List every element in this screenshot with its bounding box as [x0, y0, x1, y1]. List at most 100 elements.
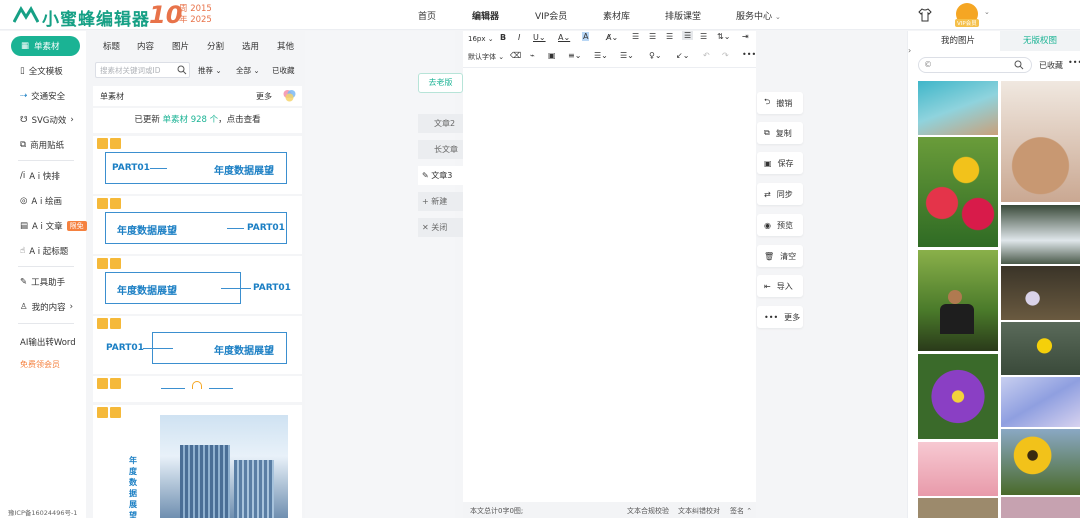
signature-link[interactable]: 签名 ⌃: [730, 506, 752, 516]
tab-divider[interactable]: 分割: [207, 40, 224, 52]
underline-button[interactable]: U⌄: [533, 33, 546, 42]
search-icon[interactable]: [1014, 60, 1024, 70]
arrow-icon[interactable]: ↙⌄: [676, 51, 689, 60]
nav-home[interactable]: 首页: [418, 9, 436, 22]
photo-thumbnail[interactable]: [1001, 377, 1080, 427]
shirt-icon[interactable]: [918, 8, 932, 22]
tab-my-images[interactable]: 我的图片: [918, 31, 998, 51]
copy-button[interactable]: ⧉ 复制: [757, 122, 803, 144]
sidebar-item-free-vip[interactable]: 免费领会员: [20, 359, 60, 370]
align-right-icon[interactable]: ☰: [666, 32, 673, 41]
font-size-select[interactable]: 16px ⌄: [468, 35, 494, 43]
sidebar-item-svg[interactable]: ☋ SVG动效 ›: [20, 114, 74, 126]
icp-text[interactable]: 豫ICP备16024496号-1: [8, 507, 77, 517]
photo-thumbnail[interactable]: [918, 354, 998, 439]
photo-thumbnail[interactable]: [1001, 429, 1080, 495]
nav-editor[interactable]: 编辑器: [472, 9, 499, 22]
doc-tab[interactable]: 文章2: [418, 114, 463, 133]
export-icon[interactable]: ⇥: [742, 32, 749, 41]
bold-button[interactable]: B: [500, 33, 506, 42]
photo-thumbnail[interactable]: [918, 137, 998, 247]
italic-button[interactable]: I: [518, 33, 520, 42]
preview-button[interactable]: ◉ 预览: [757, 214, 803, 236]
photo-thumbnail[interactable]: [918, 442, 998, 496]
import-button[interactable]: ⇤ 导入: [757, 275, 803, 297]
clear-format-button[interactable]: A̸⌄: [606, 33, 618, 42]
more-icon[interactable]: •••: [742, 50, 756, 59]
more-button[interactable]: ••• 更多: [757, 306, 803, 328]
editor-canvas[interactable]: [463, 68, 756, 502]
nav-materials[interactable]: 素材库: [603, 9, 630, 22]
brush-icon[interactable]: ⌁: [530, 51, 535, 60]
material-card[interactable]: PART01 年度数据展望: [93, 136, 302, 194]
highlight-button[interactable]: A: [582, 32, 590, 41]
font-family-select[interactable]: 默认字体 ⌄: [468, 52, 504, 62]
lightbulb-icon[interactable]: ♀⌄: [649, 51, 662, 60]
sidebar-item-traffic[interactable]: ⇢ 交通安全: [20, 90, 65, 102]
doc-tab-selected[interactable]: ✎ 文章3: [418, 166, 463, 185]
photo-thumbnail[interactable]: [1001, 205, 1080, 264]
material-card[interactable]: [93, 376, 302, 402]
sidebar-item-ai-draw[interactable]: ◎ A i 绘画: [20, 195, 62, 207]
photo-thumbnail[interactable]: [1001, 266, 1080, 320]
logo-text[interactable]: 小蜜蜂编辑器: [42, 5, 150, 30]
material-card[interactable]: PART01 年度数据展望: [93, 316, 302, 374]
sidebar-item-tools[interactable]: ✎ 工具助手: [20, 276, 65, 288]
doc-tab[interactable]: 长文章: [418, 140, 463, 159]
save-button[interactable]: ▣ 保存: [757, 152, 803, 174]
sync-button[interactable]: ⇄ 同步: [757, 183, 803, 205]
color-palette-icon[interactable]: [283, 89, 296, 102]
proofread-link[interactable]: 文本纠错校对: [678, 506, 720, 516]
sidebar-item-ai-article[interactable]: ▤ A i 文章 限免: [20, 220, 87, 232]
filter-all[interactable]: 全部 ⌄: [236, 65, 260, 76]
favorites-filter[interactable]: 已收藏: [1039, 60, 1063, 71]
sidebar-item-ai-layout[interactable]: /i A i 快排: [20, 170, 60, 182]
material-card[interactable]: 年度数据展望 PART01: [93, 196, 302, 254]
update-notice[interactable]: 已更新 单素材 928 个，点击查看: [93, 108, 302, 133]
align-center-icon[interactable]: ☰: [649, 32, 656, 41]
photo-thumbnail[interactable]: [918, 250, 998, 351]
eraser-icon[interactable]: ⌫: [510, 51, 521, 60]
nav-vip[interactable]: VIP会员: [535, 9, 567, 22]
more-icon[interactable]: •••: [1068, 58, 1080, 67]
sidebar-item-ai-title[interactable]: ☝ A i 起标题: [20, 245, 68, 257]
filter-favorites[interactable]: 已收藏: [272, 65, 295, 76]
paragraph-icon[interactable]: ☰⌄: [620, 51, 634, 60]
filter-recommend[interactable]: 推荐 ⌄: [198, 65, 222, 76]
nav-service[interactable]: 服务中心 ⌄: [736, 9, 781, 22]
image-icon[interactable]: ▣: [548, 51, 556, 60]
sidebar-item-my-content[interactable]: ♙ 我的内容 ›: [20, 301, 73, 313]
tab-other[interactable]: 其他: [277, 40, 294, 52]
undo-button[interactable]: ⮌ 撤销: [757, 92, 803, 114]
photo-thumbnail[interactable]: [918, 81, 998, 135]
chevron-down-icon[interactable]: ⌄: [984, 8, 990, 16]
photo-thumbnail[interactable]: [918, 498, 998, 518]
tab-content[interactable]: 内容: [137, 40, 154, 52]
line-height-icon[interactable]: ⇅⌄: [717, 32, 730, 41]
tab-image[interactable]: 图片: [172, 40, 189, 52]
photo-thumbnail[interactable]: [1001, 81, 1080, 202]
close-doc-button[interactable]: ✕ 关闭: [418, 218, 463, 237]
new-doc-button[interactable]: + 新建: [418, 192, 463, 211]
divider-tool-icon[interactable]: ≡⌄: [568, 51, 581, 60]
tab-free-images[interactable]: 无版权图: [1000, 31, 1080, 51]
font-color-button[interactable]: A⌄: [558, 33, 570, 42]
tab-selected[interactable]: 选用: [242, 40, 259, 52]
collapse-chevron-icon[interactable]: ›: [908, 46, 911, 55]
sidebar-item-full-template[interactable]: ▯ 全文模板: [20, 65, 63, 77]
undo-icon[interactable]: ↶: [703, 51, 710, 60]
photo-thumbnail[interactable]: [1001, 497, 1080, 518]
indent-icon[interactable]: ☰: [700, 32, 707, 41]
sidebar-item-single-material[interactable]: ▦ 单素材: [11, 36, 80, 56]
material-card[interactable]: 年度数据展望 PART01: [93, 256, 302, 314]
old-version-button[interactable]: 去老版: [418, 73, 463, 93]
spacing-icon[interactable]: ☰⌄: [594, 51, 608, 60]
tab-title[interactable]: 标题: [103, 40, 120, 52]
nav-course[interactable]: 排版课堂: [665, 9, 701, 22]
material-search-input[interactable]: 搜素材关键词或ID: [95, 62, 190, 78]
justify-icon[interactable]: ☰: [682, 31, 694, 40]
compliance-check-link[interactable]: 文本合规校验: [627, 506, 669, 516]
align-left-icon[interactable]: ☰: [632, 32, 639, 41]
sidebar-item-sticker[interactable]: ⧉ 商用贴纸: [20, 139, 64, 151]
clear-button[interactable]: 🗑 清空: [757, 245, 803, 267]
